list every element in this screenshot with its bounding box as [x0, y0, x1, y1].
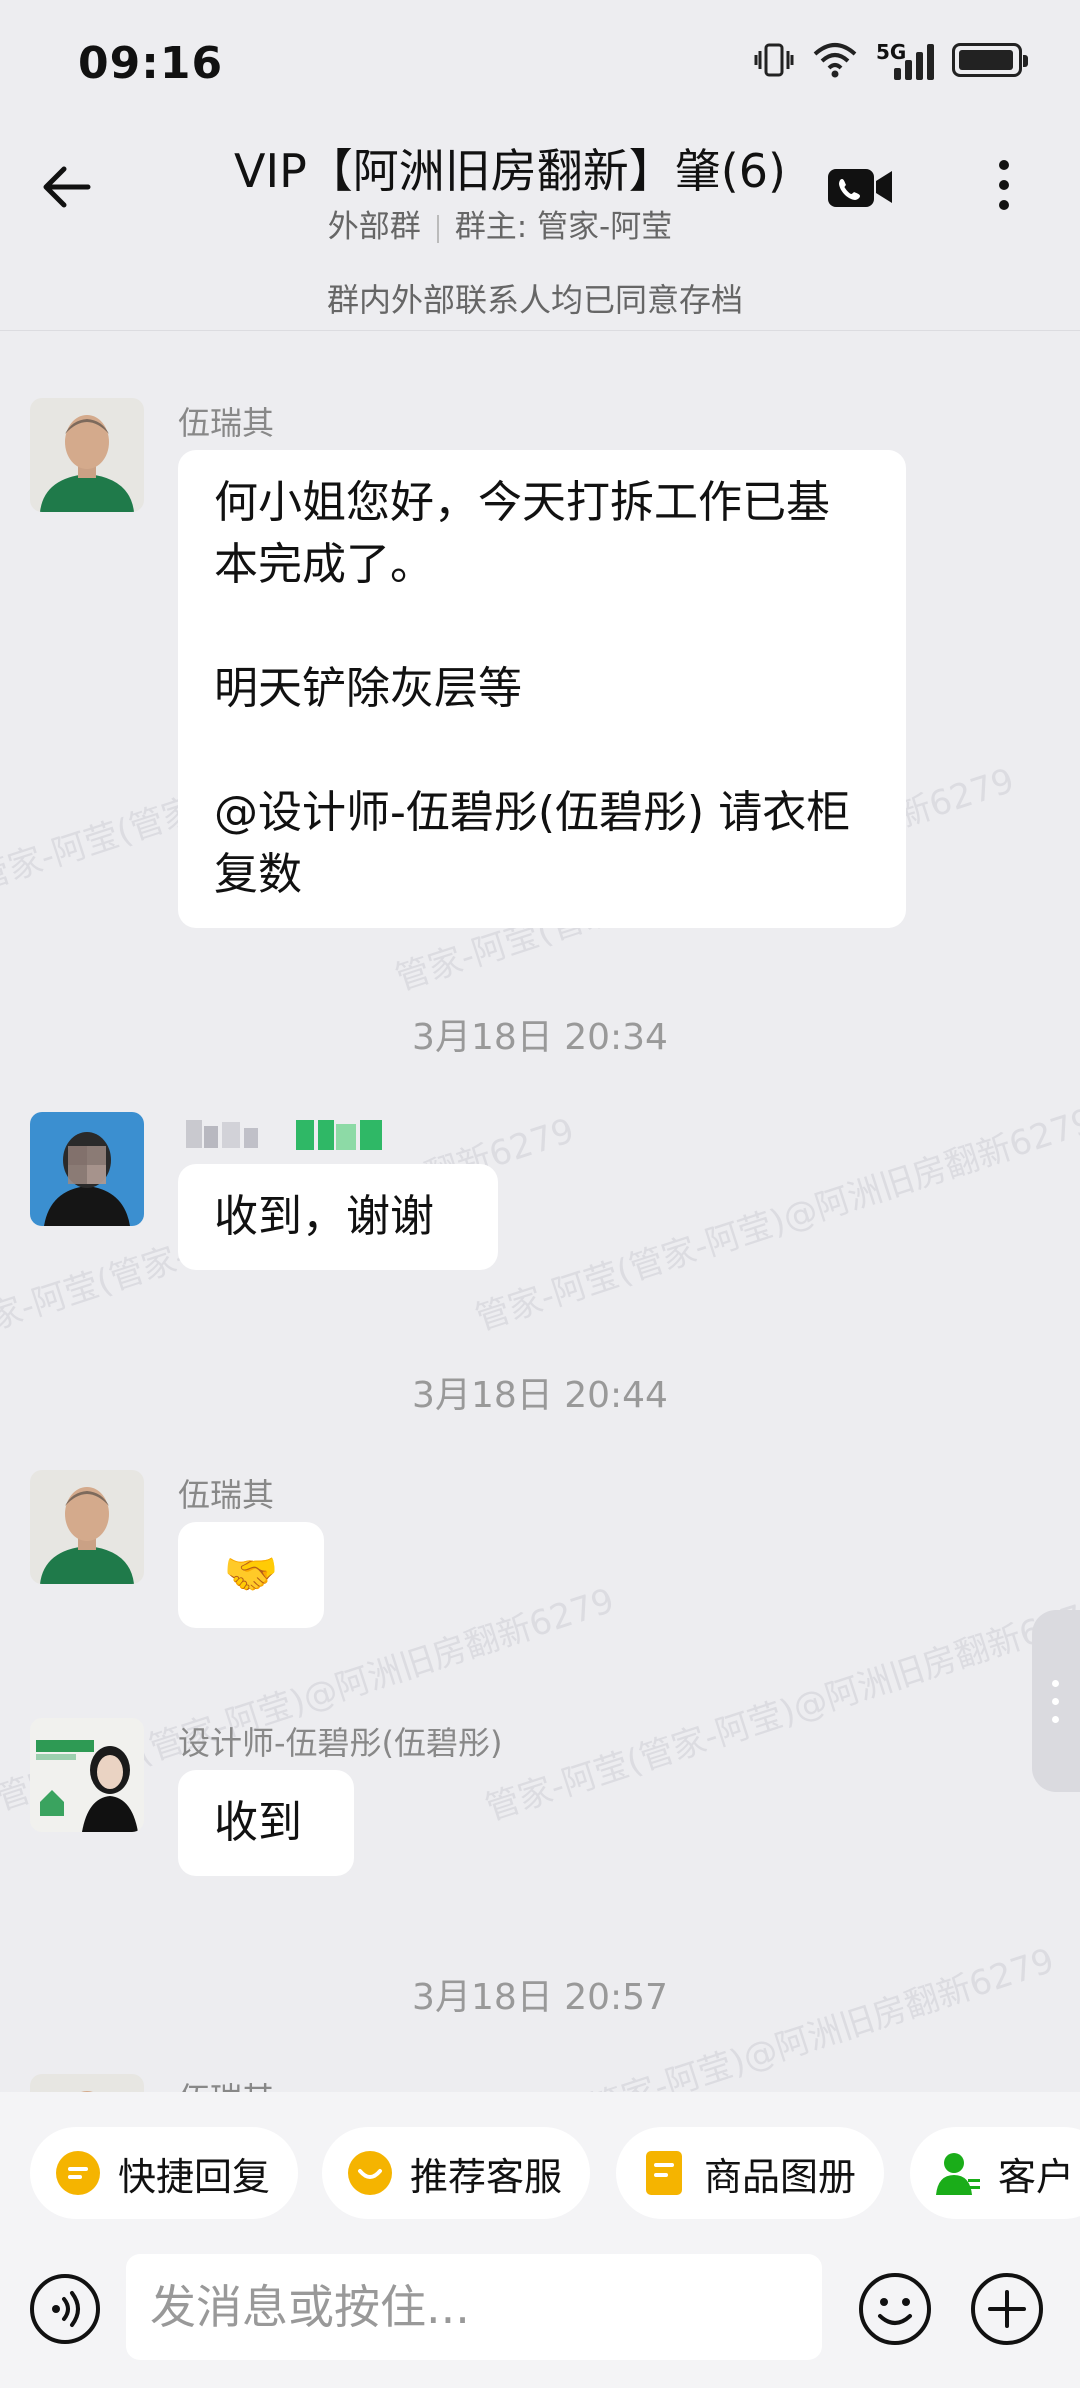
sender-name: 伍瑞其 — [178, 2074, 274, 2092]
message-text-gap — [214, 596, 870, 658]
message-timestamp: 3月18日 20:57 — [412, 1977, 668, 2018]
message-timestamp: 3月18日 20:34 — [412, 1017, 668, 1058]
status-icons: 5G — [754, 40, 1028, 80]
avatar[interactable] — [30, 1112, 144, 1226]
message-text: 何小姐您好，今天打拆工作已基本完成了。 — [214, 477, 830, 590]
message-bubble[interactable]: 收到，谢谢 — [178, 1164, 498, 1270]
group-type: 外部群 — [327, 209, 421, 245]
voice-input-icon[interactable] — [28, 2272, 102, 2346]
message-bubble[interactable]: 🤝 — [178, 1522, 324, 1628]
customer-button[interactable]: 客户 — [910, 2127, 1080, 2219]
message-timestamp: 3月18日 20:44 — [412, 1375, 668, 1416]
more-options-icon[interactable] — [990, 153, 1018, 217]
avatar[interactable] — [30, 1470, 144, 1584]
quick-action-label: 推荐客服 — [410, 2154, 563, 2199]
customer-icon — [936, 2153, 980, 2195]
message-text: 收到 — [214, 1797, 302, 1848]
sender-name: 设计师-伍碧彤(伍碧彤) — [178, 1724, 503, 1762]
sender-name: 伍瑞其 — [178, 1476, 275, 1514]
cell-signal-icon: 5G — [876, 40, 934, 80]
side-drawer-handle[interactable] — [1032, 1610, 1080, 1792]
quick-action-bar: 快捷回复 推荐客服 商品图册 客户 — [0, 2092, 1080, 2252]
quick-reply-icon — [56, 2151, 100, 2195]
quick-action-label: 快捷回复 — [118, 2154, 271, 2199]
vibrate-icon — [754, 43, 794, 77]
handshake-emoji: 🤝 — [223, 1549, 279, 1600]
avatar[interactable] — [30, 398, 144, 512]
quick-action-label: 商品图册 — [704, 2154, 857, 2199]
recommend-service-icon — [348, 2151, 392, 2195]
recommend-service-button[interactable]: 推荐客服 — [322, 2127, 590, 2219]
archive-notice: 群内外部联系人均已同意存档 — [326, 281, 743, 319]
chat-header: VIP【阿洲旧房翻新】肇(6) 外部群 群主: 管家-阿莹 群内外部联系人均已同意… — [0, 125, 1080, 331]
product-album-icon — [646, 2151, 682, 2195]
wifi-icon — [813, 43, 857, 78]
blurred-sender-name — [186, 1120, 382, 1150]
battery-icon — [952, 43, 1028, 77]
message-text: @设计师-伍碧彤(伍碧彤) 请衣柜复数 — [214, 787, 851, 900]
message-text: 明天铲除灰层等 — [214, 663, 522, 714]
input-bar: 发消息或按住... — [0, 2232, 1080, 2388]
avatar[interactable] — [30, 1718, 144, 1832]
status-bar: 09:16 5G — [0, 0, 1080, 125]
message-text: 收到，谢谢 — [214, 1191, 434, 1242]
divider — [436, 214, 439, 243]
group-owner: 群主: 管家-阿莹 — [454, 209, 673, 245]
add-more-icon[interactable] — [968, 2270, 1046, 2348]
group-subtitle: 外部群 群主: 管家-阿莹 — [200, 201, 800, 246]
watermark: 管家-阿莹(管家-阿莹)@阿洲旧房翻新6279 — [480, 1590, 1080, 1829]
product-album-button[interactable]: 商品图册 — [616, 2127, 884, 2219]
message-bubble[interactable]: 何小姐您好，今天打拆工作已基本完成了。 明天铲除灰层等 @设计师-伍碧彤(伍碧彤… — [178, 450, 906, 928]
message-list[interactable]: 管家-阿莹(管家-阿莹)@阿洲旧房翻新6279 管家-阿莹(管家-阿莹)@阿洲旧… — [0, 332, 1080, 2092]
sender-name: 伍瑞其 — [178, 404, 275, 442]
status-time: 09:16 — [78, 38, 224, 89]
back-arrow-icon[interactable] — [36, 155, 100, 219]
avatar[interactable] — [30, 2074, 144, 2092]
message-input[interactable]: 发消息或按住... — [126, 2254, 822, 2360]
message-bubble[interactable]: 收到 — [178, 1770, 354, 1876]
quick-reply-button[interactable]: 快捷回复 — [30, 2127, 298, 2219]
quick-action-label: 客户 — [998, 2154, 1075, 2199]
video-call-icon[interactable] — [826, 163, 894, 211]
group-title[interactable]: VIP【阿洲旧房翻新】肇(6) — [200, 135, 820, 201]
emoji-icon[interactable] — [856, 2270, 934, 2348]
message-text-gap — [214, 720, 870, 782]
watermark: 管家-阿莹(管家-阿莹)@阿洲旧房翻新6279 — [470, 1100, 1080, 1339]
